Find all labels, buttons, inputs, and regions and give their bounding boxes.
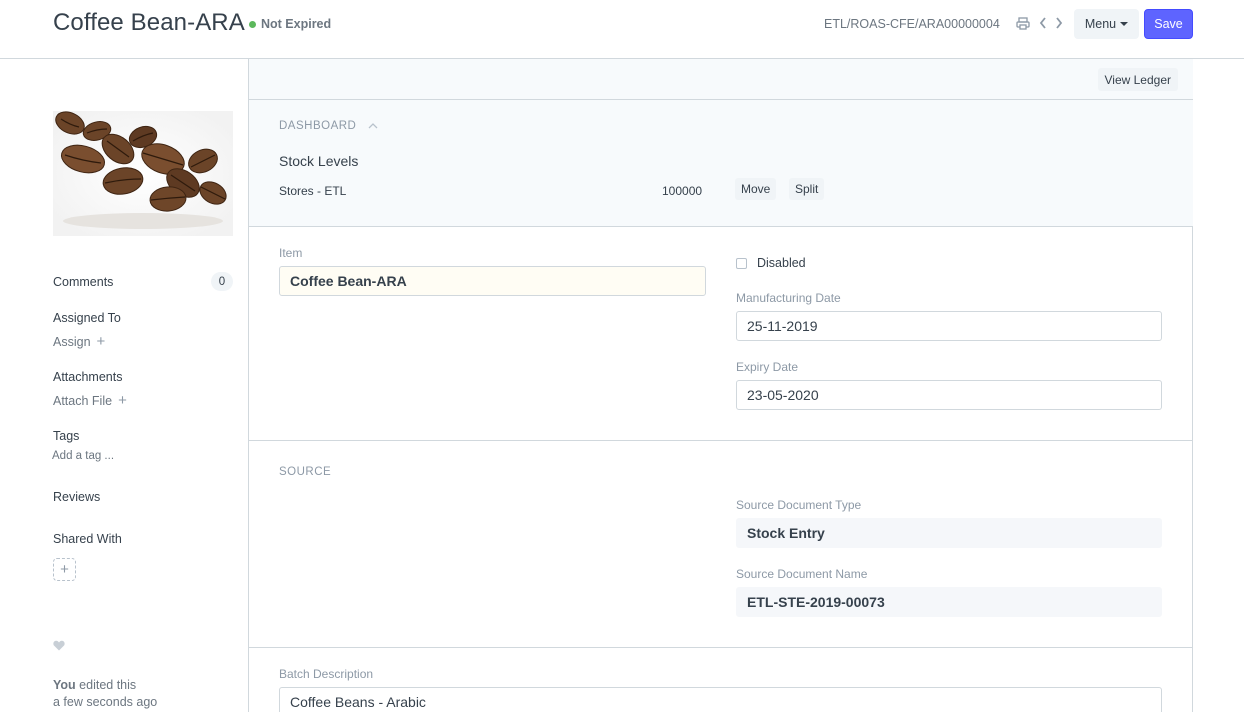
expiry-date-label: Expiry Date	[736, 360, 799, 374]
dashboard-section: DASHBOARD Stock Levels Stores - ETL 1000…	[249, 100, 1193, 227]
item-image	[53, 111, 233, 236]
source-doc-name-label: Source Document Name	[736, 567, 868, 581]
tags-label: Tags	[53, 429, 80, 443]
dashboard-heading: DASHBOARD	[279, 120, 378, 132]
comments-label: Comments	[53, 275, 114, 289]
caret-down-icon	[1120, 22, 1129, 26]
share-add-button[interactable]: +	[53, 558, 76, 581]
stock-levels-title: Stock Levels	[279, 153, 359, 169]
menu-button[interactable]: Menu	[1074, 9, 1139, 39]
reviews-label: Reviews	[53, 490, 101, 504]
chevron-right-icon[interactable]	[1051, 15, 1067, 31]
shared-with-label: Shared With	[53, 532, 122, 546]
attach-file-link[interactable]: Attach File +	[53, 393, 127, 408]
add-tag-link[interactable]: Add a tag ...	[52, 450, 114, 462]
page-header: Coffee Bean-ARA Not Expired ETL/ROAS-CFE…	[0, 0, 1244, 59]
source-heading: SOURCE	[279, 466, 332, 478]
source-doc-type-field: Stock Entry	[736, 518, 1162, 548]
batch-description-field[interactable]: Coffee Beans - Arabic	[279, 687, 1162, 712]
details-section: Item Coffee Bean-ARA Disabled Manufactur…	[249, 227, 1193, 441]
move-button[interactable]: Move	[735, 178, 777, 200]
warehouse-quantity: 100000	[662, 184, 703, 198]
source-doc-name-field: ETL-STE-2019-00073	[736, 587, 1162, 617]
batch-description-label: Batch Description	[279, 667, 374, 681]
warehouse-name: Stores - ETL	[279, 184, 347, 198]
source-section: SOURCE Source Document Type Stock Entry …	[249, 441, 1193, 648]
edited-info: You edited this a few seconds ago	[53, 677, 157, 711]
manufacturing-date-field[interactable]: 25-11-2019	[736, 311, 1162, 341]
assigned-to-label: Assigned To	[53, 311, 121, 325]
edited-time: a few seconds ago	[53, 695, 158, 709]
edited-text: edited this	[79, 678, 137, 692]
split-button[interactable]: Split	[789, 178, 825, 200]
menu-button-label: Menu	[1084, 17, 1117, 31]
assign-link-label: Assign	[53, 334, 91, 349]
plus-icon: +	[96, 333, 106, 350]
heart-icon[interactable]	[53, 640, 65, 651]
page-title: Coffee Bean-ARA	[53, 9, 245, 36]
view-ledger-button[interactable]: View Ledger	[1097, 68, 1178, 91]
comments-count-badge: 0	[211, 272, 233, 291]
description-section: Batch Description Coffee Beans - Arabic	[249, 648, 1193, 712]
attachments-label: Attachments	[53, 370, 123, 384]
status-text: Not Expired	[261, 17, 332, 31]
source-doc-type-label: Source Document Type	[736, 498, 862, 512]
document-name: ETL/ROAS-CFE/ARA00000004	[824, 17, 1000, 31]
disabled-checkbox[interactable]: Disabled	[736, 256, 806, 270]
assign-link[interactable]: Assign +	[53, 334, 105, 349]
chevron-up-icon[interactable]	[368, 123, 378, 129]
dashboard-heading-text: DASHBOARD	[279, 120, 357, 132]
print-icon[interactable]	[1015, 15, 1031, 31]
plus-icon: +	[118, 392, 127, 409]
save-button[interactable]: Save	[1144, 9, 1193, 39]
chevron-left-icon[interactable]	[1035, 15, 1051, 31]
main-form: View Ledger DASHBOARD Stock Levels Store…	[248, 58, 1193, 712]
expiry-date-field[interactable]: 23-05-2020	[736, 380, 1162, 410]
attach-file-label: Attach File	[53, 393, 113, 408]
sidebar: Comments 0 Assigned To Assign + Attachme…	[0, 59, 248, 712]
form-toolbar: View Ledger	[249, 58, 1193, 100]
disabled-label: Disabled	[757, 256, 806, 270]
status-dot-icon	[249, 20, 256, 28]
status-indicator: Not Expired	[249, 17, 331, 31]
item-field[interactable]: Coffee Bean-ARA	[279, 266, 706, 296]
checkbox-box	[736, 257, 747, 269]
item-label: Item	[279, 246, 303, 260]
edited-by: You	[53, 678, 76, 692]
manufacturing-date-label: Manufacturing Date	[736, 291, 841, 305]
